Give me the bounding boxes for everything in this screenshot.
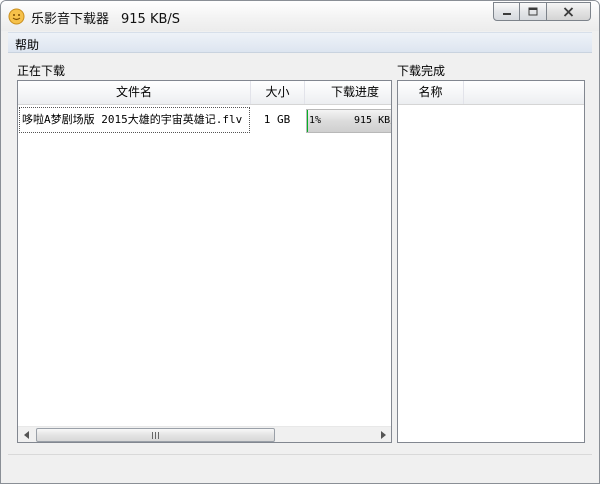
window-title: 乐影音下载器 915 KB/S bbox=[31, 8, 180, 27]
smiley-icon bbox=[8, 8, 25, 25]
downloading-label: 正在下载 bbox=[17, 64, 66, 78]
scroll-left-button[interactable] bbox=[18, 427, 35, 442]
arrow-left-icon bbox=[23, 431, 29, 439]
grip-icon bbox=[151, 431, 159, 439]
completed-list-header: 名称 bbox=[398, 81, 584, 105]
close-button[interactable] bbox=[547, 2, 591, 21]
status-bar bbox=[8, 454, 592, 478]
menu-help[interactable]: 帮助 bbox=[15, 36, 39, 53]
row-progress-bar: 1% 915 KB/S bbox=[306, 109, 391, 133]
app-name: 乐影音下载器 bbox=[31, 12, 110, 27]
title-bar[interactable]: 乐影音下载器 915 KB/S bbox=[1, 1, 599, 31]
title-speed: 915 KB/S bbox=[121, 12, 181, 27]
row-progress-percent: 1% bbox=[309, 115, 322, 126]
maximize-button[interactable] bbox=[520, 2, 547, 21]
row-download-speed: 915 KB/S bbox=[354, 115, 391, 126]
app-window: 乐影音下载器 915 KB/S 帮助 正在下载 下载完成 文件名 大小 下载进度… bbox=[0, 0, 600, 484]
horizontal-scrollbar[interactable] bbox=[18, 426, 391, 442]
close-icon bbox=[563, 6, 574, 17]
window-controls bbox=[493, 2, 591, 22]
column-header-progress[interactable]: 下载进度 bbox=[305, 81, 391, 104]
column-header-filename[interactable]: 文件名 bbox=[18, 81, 251, 104]
minimize-button[interactable] bbox=[493, 2, 520, 21]
completed-label: 下载完成 bbox=[397, 64, 446, 78]
row-filename: 哆啦A梦剧场版 2015大雄的宇宙英雄记.flv bbox=[19, 107, 250, 133]
scrollbar-thumb[interactable] bbox=[36, 428, 275, 442]
downloading-list-header: 文件名 大小 下载进度 bbox=[18, 81, 391, 105]
arrow-right-icon bbox=[380, 431, 386, 439]
minimize-icon bbox=[502, 12, 511, 15]
column-header-size[interactable]: 大小 bbox=[251, 81, 305, 104]
scroll-right-button[interactable] bbox=[374, 427, 391, 442]
row-size: 1 GB bbox=[263, 113, 291, 126]
column-header-name[interactable]: 名称 bbox=[398, 81, 464, 104]
downloading-list[interactable]: 文件名 大小 下载进度 哆啦A梦剧场版 2015大雄的宇宙英雄记.flv 1 G… bbox=[17, 80, 392, 443]
completed-list[interactable]: 名称 bbox=[397, 80, 585, 443]
maximize-icon bbox=[528, 7, 538, 16]
table-row[interactable]: 哆啦A梦剧场版 2015大雄的宇宙英雄记.flv 1 GB 1% 915 KB/… bbox=[18, 106, 391, 134]
progress-fill bbox=[307, 110, 308, 132]
menu-bar: 帮助 bbox=[8, 32, 592, 53]
